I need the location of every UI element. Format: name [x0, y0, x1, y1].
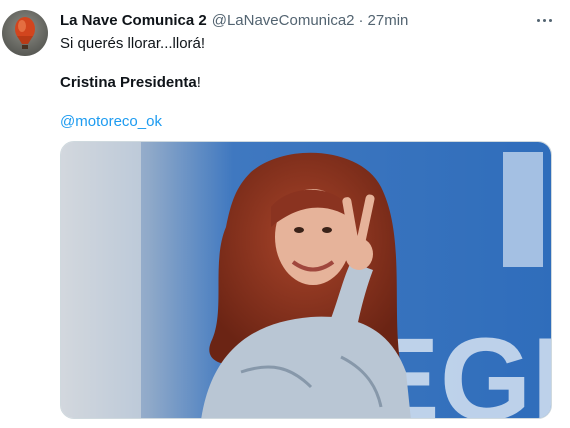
separator: ·	[358, 11, 364, 29]
tweet-text-line-1: Si querés llorar...llorá!	[60, 35, 206, 52]
tweet-header: La Nave Comunica 2 @LaNaveComunica2 · 27…	[60, 10, 408, 30]
photo-illustration: EGR	[61, 142, 551, 418]
hot-air-balloon-icon	[15, 17, 35, 49]
exclamation: !	[196, 74, 201, 91]
tweet-image[interactable]: EGR	[60, 141, 552, 419]
more-options-icon[interactable]	[532, 10, 556, 30]
avatar[interactable]	[2, 10, 48, 56]
tweet-text-line-2: Cristina Presidenta!	[60, 74, 201, 91]
author-handle[interactable]: @LaNaveComunica2	[212, 12, 355, 29]
timestamp[interactable]: 27min	[368, 12, 409, 29]
bold-text: Cristina Presidenta	[60, 74, 197, 91]
mention-link[interactable]: @motoreco_ok	[60, 113, 162, 130]
author-name[interactable]: La Nave Comunica 2	[60, 12, 207, 29]
tweet[interactable]: La Nave Comunica 2 @LaNaveComunica2 · 27…	[0, 0, 570, 428]
